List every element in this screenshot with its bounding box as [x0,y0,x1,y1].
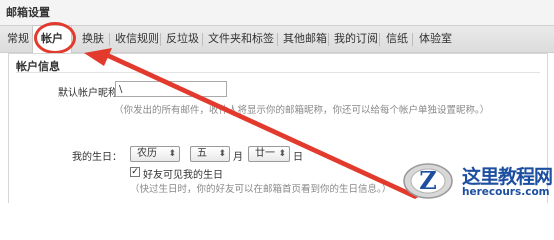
svg-text:Z: Z [419,166,437,195]
month-select[interactable]: 五 ⬍ [190,146,230,162]
friends-visible-checkbox[interactable]: ✓ [130,167,140,177]
calendar-type-value: 农历 [137,148,157,159]
tab-mail-rules[interactable]: 收信规则 [115,26,159,52]
nickname-input[interactable] [115,81,227,97]
tab-separator [412,33,413,46]
tab-general[interactable]: 常规 [7,26,29,52]
section-divider [16,72,540,73]
nickname-hint: （你发出的所有邮件，收件人将显示你的邮箱昵称，你还可以给每个帐户单独设置昵称。） [114,105,490,116]
site-watermark-logo: Z 这里教程网 herecours.com [400,160,554,202]
month-unit: 月 [233,152,243,163]
tab-my-subscriptions[interactable]: 我的订阅 [334,26,378,52]
updown-arrows-icon: ⬍ [168,149,176,159]
settings-tab-bar: 常规 帐户 换肤 收信规则 反垃圾 文件夹和标签 其他邮箱 我的订阅 信纸 体验… [0,25,554,53]
watermark-title: 这里教程网 [462,166,553,188]
day-select[interactable]: 廿一 ⬍ [248,146,290,162]
tab-stationery[interactable]: 信纸 [386,26,408,52]
tab-separator [379,33,380,46]
month-value: 五 [197,148,207,159]
updown-arrows-icon: ⬍ [278,149,286,159]
logo-mark-icon: Z [403,163,453,199]
updown-arrows-icon: ⬍ [218,149,226,159]
page-title: 邮箱设置 [6,6,50,19]
tab-anti-spam[interactable]: 反垃圾 [166,26,199,52]
tab-folders-labels[interactable]: 文件夹和标签 [208,26,274,52]
watermark-url: herecours.com [462,186,550,198]
tab-other-mailboxes[interactable]: 其他邮箱 [283,26,327,52]
tab-separator [202,33,203,46]
day-value: 廿一 [255,148,275,159]
birthday-hint: （快过生日时，你的好友可以在邮箱首页看到你的生日信息。） [130,184,392,195]
tab-separator [277,33,278,46]
tab-separator [160,33,161,46]
tab-skin[interactable]: 换肤 [82,26,104,52]
tab-account[interactable]: 帐户 [32,25,72,53]
header-bar: 邮箱设置 [0,0,554,25]
tab-separator [109,33,110,46]
friends-visible-label: 好友可见我的生日 [143,170,223,181]
birthday-label: 我的生日： [72,152,122,163]
tab-separator [328,33,329,46]
calendar-type-select[interactable]: 农历 ⬍ [130,146,180,162]
day-unit: 日 [293,152,303,163]
tab-lab[interactable]: 体验室 [419,26,452,52]
